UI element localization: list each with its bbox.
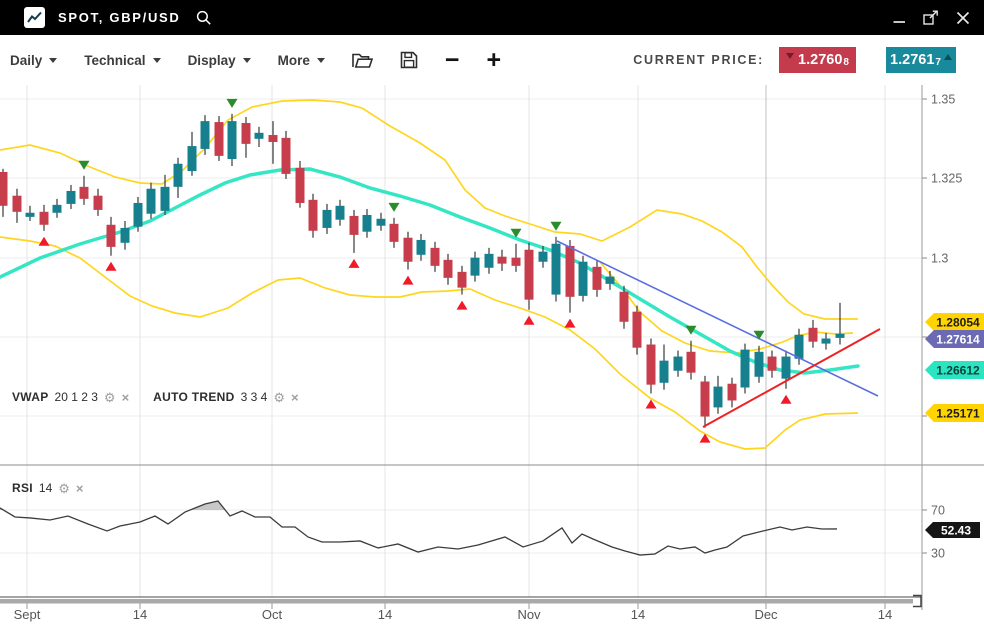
- bid-price-pip: 8: [843, 57, 849, 68]
- svg-text:14: 14: [378, 607, 392, 622]
- vwap-indicator-params: 20 1 2 3: [54, 390, 98, 404]
- save-icon[interactable]: [400, 51, 418, 69]
- autotrend-indicator-params: 3 3 4: [240, 390, 268, 404]
- close-button[interactable]: [956, 11, 970, 25]
- svg-text:Oct: Oct: [262, 607, 283, 622]
- timeframe-dropdown[interactable]: Daily: [10, 52, 58, 68]
- price-down-icon: [786, 52, 795, 59]
- app-logo-icon: [24, 7, 45, 28]
- svg-text:Dec: Dec: [754, 607, 778, 622]
- chart-window: SPOT, GBP/USD Daily Technical Display Mo…: [0, 0, 984, 628]
- svg-text:1.25171: 1.25171: [936, 407, 980, 421]
- rsi-label-row: RSI 14 ⚙ ×: [12, 481, 84, 495]
- autotrend-settings-gear-icon[interactable]: ⚙: [273, 391, 285, 404]
- technical-dropdown[interactable]: Technical: [84, 52, 161, 68]
- vwap-indicator-name: VWAP: [12, 390, 49, 404]
- svg-text:30: 30: [931, 547, 945, 561]
- chevron-down-icon: [152, 57, 161, 63]
- toolbar: Daily Technical Display More − + CURRENT…: [0, 35, 984, 85]
- rsi-settings-gear-icon[interactable]: ⚙: [58, 482, 70, 495]
- instrument-title: SPOT, GBP/USD: [58, 10, 181, 25]
- rsi-remove-icon[interactable]: ×: [76, 482, 84, 495]
- svg-text:Nov: Nov: [517, 607, 541, 622]
- window-controls: [893, 10, 970, 25]
- svg-text:1.26612: 1.26612: [936, 364, 980, 378]
- current-price-label: CURRENT PRICE:: [633, 53, 764, 67]
- svg-text:14: 14: [133, 607, 147, 622]
- chevron-down-icon: [316, 57, 325, 63]
- vwap-settings-gear-icon[interactable]: ⚙: [104, 391, 116, 404]
- svg-text:1.325: 1.325: [931, 172, 962, 186]
- minimize-button[interactable]: [893, 11, 906, 24]
- indicator-labels-row: VWAP 20 1 2 3 ⚙ × AUTO TREND 3 3 4 ⚙ ×: [12, 390, 299, 404]
- rsi-indicator-name: RSI: [12, 481, 33, 495]
- price-up-icon: [943, 53, 952, 60]
- chevron-down-icon: [49, 57, 58, 63]
- autotrend-remove-icon[interactable]: ×: [291, 391, 299, 404]
- svg-text:1.3: 1.3: [931, 252, 948, 266]
- svg-text:1.27614: 1.27614: [936, 333, 980, 347]
- timeframe-dropdown-label: Daily: [10, 52, 43, 68]
- bid-price-value: 1.2760: [798, 52, 843, 68]
- search-icon[interactable]: [196, 10, 212, 26]
- zoom-in-icon[interactable]: +: [486, 48, 501, 73]
- titlebar: SPOT, GBP/USD: [0, 0, 984, 35]
- svg-text:52.43: 52.43: [941, 524, 971, 538]
- svg-text:14: 14: [631, 607, 645, 622]
- vwap-remove-icon[interactable]: ×: [122, 391, 130, 404]
- svg-text:1.35: 1.35: [931, 93, 955, 107]
- autotrend-indicator-name: AUTO TREND: [153, 390, 235, 404]
- display-dropdown-label: Display: [187, 52, 236, 68]
- svg-text:14: 14: [878, 607, 892, 622]
- chart-canvas[interactable]: 1.35 1.325 1.3 70 30 Sept 14 Oct 14 Nov 14 Dec 14 1.2…: [0, 85, 984, 628]
- svg-text:1.28054: 1.28054: [936, 316, 980, 330]
- popout-button[interactable]: [923, 10, 939, 25]
- ask-price-pip: 7: [935, 57, 941, 68]
- bid-price-badge[interactable]: 1.2760 8: [779, 47, 856, 73]
- chevron-down-icon: [242, 57, 251, 63]
- svg-text:70: 70: [931, 504, 945, 518]
- svg-text:Sept: Sept: [14, 607, 41, 622]
- technical-dropdown-label: Technical: [84, 52, 146, 68]
- zoom-out-icon[interactable]: −: [445, 48, 460, 73]
- display-dropdown[interactable]: Display: [188, 53, 251, 68]
- open-folder-icon[interactable]: [352, 52, 373, 69]
- ask-price-value: 1.2761: [890, 52, 935, 68]
- ask-price-badge[interactable]: 1.2761 7: [886, 47, 956, 73]
- more-dropdown[interactable]: More: [278, 53, 325, 68]
- rsi-indicator-params: 14: [38, 481, 53, 495]
- more-dropdown-label: More: [277, 52, 310, 68]
